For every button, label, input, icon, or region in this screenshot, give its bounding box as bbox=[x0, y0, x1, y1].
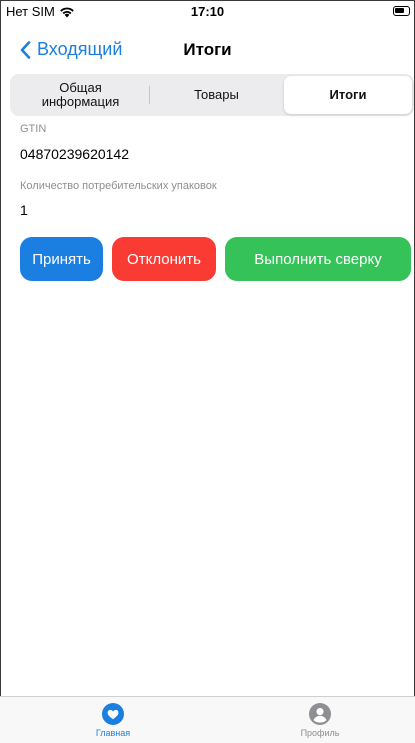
segmented-control: Общая информация Товары Итоги bbox=[10, 74, 414, 116]
reconcile-button-label: Выполнить сверку bbox=[254, 250, 382, 268]
accept-button-label: Принять bbox=[32, 250, 91, 268]
profile-icon bbox=[309, 703, 331, 725]
clock: 17:10 bbox=[190, 4, 225, 19]
reject-button-label: Отклонить bbox=[127, 250, 201, 268]
tab-totals[interactable]: Итоги bbox=[284, 76, 412, 114]
tab-goods[interactable]: Товары bbox=[149, 76, 284, 114]
tab-general-info-label: Общая информация bbox=[41, 80, 120, 109]
page-title: Итоги bbox=[183, 40, 232, 59]
tab-goods-label: Товары bbox=[194, 87, 239, 102]
reconcile-button[interactable]: Выполнить сверку bbox=[225, 237, 411, 281]
battery-icon bbox=[393, 6, 410, 16]
tab-bar-profile-label: Профиль bbox=[300, 728, 340, 738]
tab-bar: Главная Профиль bbox=[0, 696, 415, 743]
heart-icon bbox=[102, 703, 124, 725]
accept-button[interactable]: Принять bbox=[20, 237, 103, 281]
tab-bar-item-home[interactable]: Главная bbox=[73, 703, 153, 738]
status-bar: Нет SIM 17:10 bbox=[0, 0, 415, 22]
tab-general-info[interactable]: Общая информация bbox=[12, 76, 149, 114]
screen-edge-left bbox=[0, 22, 1, 743]
tab-bar-item-profile[interactable]: Профиль bbox=[280, 703, 360, 738]
package-count-label: Количество потребительских упаковок bbox=[20, 180, 217, 192]
navigation-bar: Входящий Итоги bbox=[0, 22, 415, 70]
gtin-label: GTIN bbox=[20, 123, 47, 135]
tab-bar-home-label: Главная bbox=[95, 728, 131, 738]
package-count-value: 1 bbox=[20, 202, 28, 218]
gtin-value: 04870239620142 bbox=[20, 146, 130, 162]
tab-totals-label: Итоги bbox=[329, 87, 367, 102]
reject-button[interactable]: Отклонить bbox=[112, 237, 216, 281]
